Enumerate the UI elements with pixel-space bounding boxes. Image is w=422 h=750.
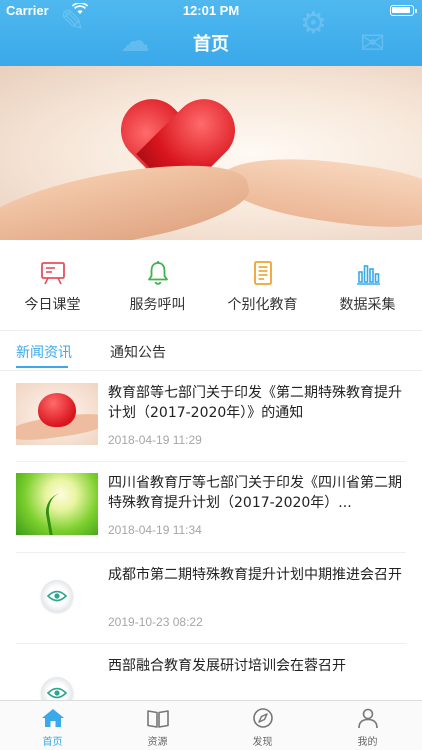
menu-item-individual-education[interactable]: 个别化教育: [210, 260, 315, 314]
status-bar: Carrier 12:01 PM: [0, 0, 422, 22]
news-title: 四川省教育厅等七部门关于印发《四川省第二期特殊教育提升计划（2017-2020年…: [108, 475, 402, 511]
news-date: 2018-04-19 11:29: [108, 433, 202, 447]
news-title: 教育部等七部门关于印发《第二期特殊教育提升计划（2017-2020年）》的通知: [108, 385, 402, 421]
tab-label: 我的: [357, 737, 378, 748]
person-icon: [357, 708, 378, 729]
news-title: 成都市第二期特殊教育提升计划中期推进会召开: [108, 567, 402, 583]
bottom-tab-bar: 首页 资源 发现 我的: [0, 700, 422, 750]
news-thumbnail: [16, 473, 98, 535]
menu-label: 服务呼叫: [129, 297, 186, 313]
tab-notices[interactable]: 通知公告: [110, 342, 166, 362]
active-tab-indicator: [16, 366, 68, 368]
divider: [0, 370, 422, 371]
news-tabs: 新闻资讯 通知公告: [0, 330, 422, 370]
tab-label: 发现: [252, 737, 273, 748]
tab-discover[interactable]: 发现: [210, 707, 315, 748]
news-item[interactable]: 教育部等七部门关于印发《第二期特殊教育提升计划（2017-2020年）》的通知 …: [0, 383, 422, 453]
news-item[interactable]: 成都市第二期特殊教育提升计划中期推进会召开 2019-10-23 08:22: [0, 565, 422, 635]
bar-chart-icon: [356, 265, 380, 285]
tab-news[interactable]: 新闻资讯: [16, 342, 72, 362]
news-item[interactable]: 四川省教育厅等七部门关于印发《四川省第二期特殊教育提升计划（2017-2020年…: [0, 473, 422, 543]
book-icon: [146, 710, 169, 728]
news-title: 西部融合教育发展研讨培训会在蓉召开: [108, 658, 346, 674]
news-date: 2019-10-23 08:22: [108, 615, 203, 629]
clock-time: 12:01 PM: [182, 3, 240, 18]
app-header: ✎ ☁ ⚙ ✉ Carrier 12:01 PM 首页: [0, 0, 422, 66]
tab-profile[interactable]: 我的: [315, 707, 420, 748]
eye-logo-icon: [41, 580, 73, 612]
menu-item-data-collection[interactable]: 数据采集: [315, 260, 420, 314]
tab-home[interactable]: 首页: [0, 707, 105, 748]
news-thumbnail: [16, 565, 98, 627]
document-icon: [253, 261, 272, 285]
divider: [16, 552, 406, 553]
divider: [16, 461, 406, 462]
menu-label: 数据采集: [339, 297, 396, 313]
news-thumbnail: [16, 383, 98, 445]
news-date: 2018-04-19 11:34: [108, 523, 202, 537]
menu-label: 个别化教育: [227, 297, 298, 313]
menu-item-service-call[interactable]: 服务呼叫: [105, 260, 210, 314]
tab-label: 资源: [147, 737, 168, 748]
quick-menu: 今日课堂 服务呼叫 个别化教育 数据采集: [0, 240, 422, 330]
tab-label: 首页: [42, 737, 63, 748]
menu-label: 今日课堂: [24, 297, 81, 313]
news-item[interactable]: 西部融合教育发展研讨培训会在蓉召开: [0, 656, 422, 700]
bell-icon: [147, 261, 168, 285]
news-thumbnail: [16, 662, 98, 700]
page-title: 首页: [193, 34, 229, 55]
home-icon: [41, 709, 64, 727]
eye-logo-icon: [41, 677, 73, 700]
divider: [16, 643, 406, 644]
compass-icon: [252, 708, 273, 728]
blackboard-icon: [40, 262, 65, 285]
banner-image[interactable]: [0, 66, 422, 240]
menu-item-today-class[interactable]: 今日课堂: [0, 260, 105, 314]
battery-icon: [390, 5, 417, 16]
tab-resources[interactable]: 资源: [105, 707, 210, 748]
